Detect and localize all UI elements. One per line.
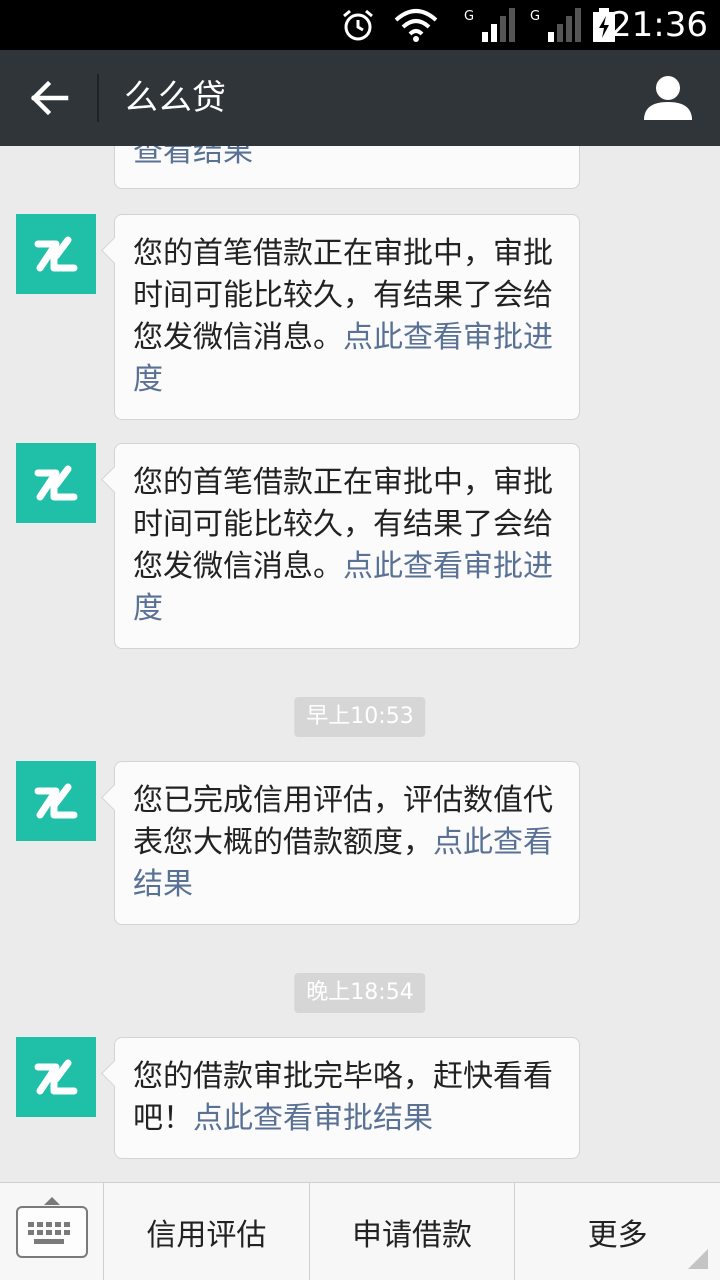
chat-area[interactable]: 查看结果 您的首笔借款正在审批中，审批时间可能比较久，有结果了会给您发微信消息。… — [0, 146, 720, 1182]
menu-more[interactable]: 更多 — [515, 1183, 720, 1280]
status-bar: G G 21:36 — [0, 0, 720, 50]
person-icon — [644, 76, 692, 120]
menu-credit-assessment[interactable]: 信用评估 — [104, 1183, 310, 1280]
title-bar: 么么贷 — [0, 50, 720, 146]
status-time: 21:36 — [610, 5, 708, 45]
avatar[interactable] — [16, 761, 96, 841]
bottom-menu: 信用评估 申请借款 更多 — [0, 1182, 720, 1280]
title-divider — [97, 74, 99, 122]
back-button[interactable] — [22, 70, 78, 126]
avatar[interactable] — [16, 214, 96, 294]
signal-icon: G — [528, 8, 584, 42]
network-type-label: G — [464, 9, 474, 24]
profile-button[interactable] — [642, 72, 694, 124]
timestamp: 晚上18:54 — [294, 973, 426, 1013]
timestamp: 早上10:53 — [294, 697, 426, 737]
message-bubble: 您的首笔借款正在审批中，审批时间可能比较久，有结果了会给您发微信消息。点此查看审… — [114, 443, 580, 649]
avatar[interactable] — [16, 1037, 96, 1117]
app-logo-icon — [34, 465, 78, 501]
page-title: 么么贷 — [124, 78, 226, 118]
submenu-indicator-icon — [688, 1249, 709, 1269]
message-bubble: 您的借款审批完毕咯，赶快看看吧！点此查看审批结果 — [114, 1037, 580, 1159]
network-type-label: G — [530, 9, 540, 24]
menu-more-label: 更多 — [587, 1218, 648, 1253]
message-bubble: 您已完成信用评估，评估数值代表您大概的借款额度，点此查看结果 — [114, 761, 580, 925]
menu-apply-loan[interactable]: 申请借款 — [310, 1183, 516, 1280]
wifi-icon — [394, 8, 438, 42]
app-logo-icon — [34, 1059, 78, 1095]
signal-icon: G — [462, 8, 518, 42]
arrow-left-icon — [30, 80, 69, 116]
message-bubble: 您的首笔借款正在审批中，审批时间可能比较久，有结果了会给您发微信消息。点此查看审… — [114, 214, 580, 420]
keyboard-toggle-button[interactable] — [0, 1183, 104, 1280]
message-link[interactable]: 查看结果 — [133, 146, 253, 169]
app-logo-icon — [34, 783, 78, 819]
alarm-icon — [340, 8, 376, 42]
app-logo-icon — [34, 236, 78, 272]
keyboard-icon — [15, 1206, 88, 1258]
caret-up-icon — [44, 1197, 60, 1205]
message-bubble: 查看结果 — [114, 146, 580, 189]
message-link[interactable]: 点此查看审批结果 — [193, 1101, 433, 1136]
avatar[interactable] — [16, 443, 96, 523]
